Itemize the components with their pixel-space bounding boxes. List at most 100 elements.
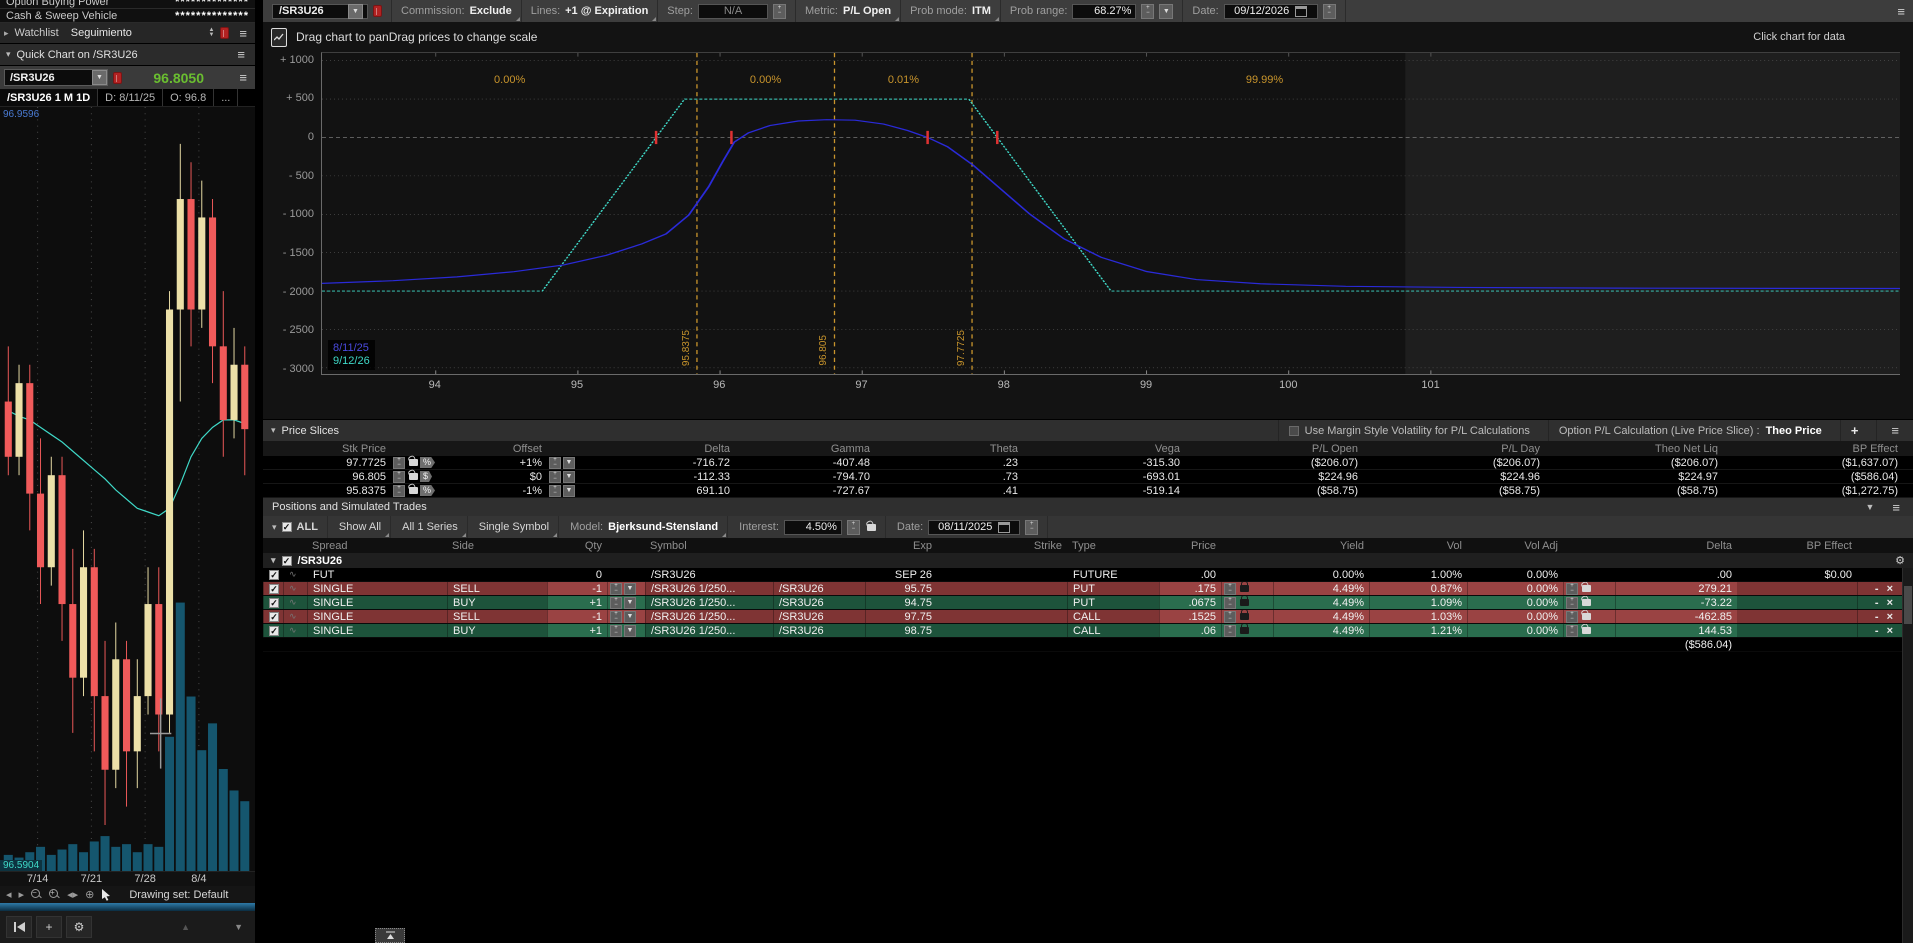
checkbox-icon[interactable]: ✓ <box>269 570 279 580</box>
spread-value[interactable]: FUT <box>307 568 447 581</box>
column-header[interactable]: Qty <box>547 540 607 552</box>
zoom-out-icon[interactable]: − <box>31 889 42 900</box>
position-row[interactable]: ✓∿SINGLEBUY+1+−▼/SR3U26 1/250.../SR3U269… <box>263 596 1913 610</box>
column-header[interactable]: Gamma <box>735 443 875 455</box>
exp-strike-value[interactable]: 95.75 <box>865 582 937 595</box>
column-header[interactable]: Exp <box>865 540 937 552</box>
column-header[interactable]: Delta <box>603 443 735 455</box>
column-header[interactable]: Price <box>1159 540 1221 552</box>
side-value[interactable]: BUY <box>447 596 547 609</box>
chevron-down-icon[interactable]: ▾ <box>6 49 11 60</box>
symbol-value[interactable]: /SR3U26 1/250... <box>645 624 773 637</box>
risk-profile-plot[interactable]: 0.00%0.00%0.01%99.99%95.837596.80597.772… <box>321 52 1900 375</box>
lock-icon[interactable] <box>1240 585 1249 592</box>
column-header[interactable]: BP Effect <box>1737 540 1857 552</box>
dropdown-icon[interactable]: ▼ <box>624 625 636 637</box>
quick-chart-canvas[interactable]: 96.9596 96.5904 <box>0 107 255 871</box>
positions-date-input[interactable]: 08/11/2025 <box>928 520 1020 535</box>
series-dropdown[interactable]: All 1 Series <box>393 516 468 538</box>
dropdown-icon[interactable]: ▼ <box>563 485 575 497</box>
type-value[interactable]: FUTURE <box>1067 568 1159 581</box>
underlying-value[interactable]: /SR3U26 <box>773 610 865 623</box>
price-value[interactable]: .175 <box>1159 582 1221 595</box>
unlock-icon[interactable] <box>867 524 876 531</box>
date-input[interactable]: 09/12/2026 <box>1224 4 1318 19</box>
column-header[interactable]: Theta <box>875 443 1023 455</box>
symbol-value[interactable]: /SR3U26 1/250... <box>645 582 773 595</box>
spread-value[interactable]: SINGLE <box>307 624 447 637</box>
symbol-input[interactable]: /SR3U26 ▼ <box>272 4 368 19</box>
column-header[interactable]: Vega <box>1023 443 1185 455</box>
dropdown-icon[interactable]: ▼ <box>624 597 636 609</box>
prob-range-stepper[interactable]: +− <box>1141 4 1154 19</box>
stepper-control[interactable]: +− <box>610 583 622 595</box>
stk-price-value[interactable]: 97.7725 <box>263 457 391 469</box>
stepper-control[interactable]: +− <box>393 471 405 483</box>
price-value[interactable]: .00 <box>1159 568 1221 581</box>
unlock-icon[interactable] <box>409 473 418 480</box>
checkbox-icon[interactable]: ✓ <box>282 556 292 566</box>
column-header[interactable]: Theo Net Liq <box>1545 443 1723 455</box>
remove-row-icon[interactable]: × <box>1887 597 1893 609</box>
vol-adj-value[interactable]: 0.00% <box>1467 624 1563 637</box>
stepper-control[interactable]: +− <box>610 611 622 623</box>
column-header[interactable]: Delta <box>1615 540 1737 552</box>
stepper-control[interactable]: +− <box>549 457 561 469</box>
remove-row-icon[interactable]: × <box>1887 625 1893 637</box>
interest-stepper[interactable]: +− <box>847 520 860 535</box>
alert-badge-icon[interactable] <box>373 5 382 17</box>
calendar-icon[interactable] <box>998 522 1010 533</box>
offset-value[interactable]: +1% <box>459 457 547 469</box>
type-value[interactable]: PUT <box>1067 582 1159 595</box>
model-dropdown[interactable]: Model: Bjerksund-Stensland <box>561 516 728 538</box>
symbol-row-menu-icon[interactable]: ≡ <box>235 70 251 85</box>
column-header[interactable]: Spread <box>307 540 447 552</box>
positions-group-row[interactable]: ▾ ✓ /SR3U26 ⚙ <box>263 553 1913 568</box>
stepper-control[interactable]: +− <box>1566 625 1578 637</box>
side-value[interactable]: SELL <box>447 610 547 623</box>
column-header[interactable]: Vol <box>1369 540 1467 552</box>
type-value[interactable]: CALL <box>1067 610 1159 623</box>
spread-value[interactable]: SINGLE <box>307 610 447 623</box>
pl-curve-icon[interactable]: ∿ <box>289 611 297 622</box>
checkbox-icon[interactable]: ✓ <box>282 522 292 532</box>
watchlist-menu-icon[interactable]: ≡ <box>235 26 251 41</box>
stepper-control[interactable]: +− <box>549 471 561 483</box>
checkbox-icon[interactable] <box>1289 426 1299 436</box>
show-all-dropdown[interactable]: Show All <box>330 516 391 538</box>
metric-dropdown[interactable]: Metric: P/L Open <box>796 0 901 22</box>
add-price-slice-button[interactable]: + <box>1840 420 1869 441</box>
price-value[interactable]: .06 <box>1159 624 1221 637</box>
drawing-set-label[interactable]: Drawing set: Default <box>129 889 228 901</box>
exp-strike-value[interactable]: 94.75 <box>865 596 937 609</box>
symbol-value[interactable]: /SR3U26 <box>645 568 773 581</box>
position-row[interactable]: ✓∿SINGLESELL-1+−▼/SR3U26 1/250.../SR3U26… <box>263 582 1913 596</box>
unlock-icon[interactable] <box>1582 599 1591 606</box>
stepper-control[interactable]: +− <box>1224 583 1236 595</box>
vol-adj-value[interactable]: 0.00% <box>1467 582 1563 595</box>
chart-more[interactable]: ... <box>214 89 238 106</box>
type-value[interactable]: PUT <box>1067 596 1159 609</box>
checkbox-icon[interactable]: ✓ <box>269 612 279 622</box>
add-icon[interactable]: + <box>36 916 62 938</box>
spread-value[interactable]: SINGLE <box>307 582 447 595</box>
checkbox-icon[interactable]: ✓ <box>269 598 279 608</box>
stepper-control[interactable]: +− <box>1224 625 1236 637</box>
dropdown-icon[interactable]: ▼ <box>563 471 575 483</box>
offset-unit-tag[interactable]: $ <box>420 471 432 482</box>
symbol-dropdown-icon[interactable]: ▼ <box>92 70 107 85</box>
watchlist-label[interactable]: Watchlist <box>15 27 59 39</box>
qty-value[interactable]: -1 <box>547 610 607 623</box>
unlock-icon[interactable] <box>409 459 418 466</box>
exp-strike-value[interactable]: 98.75 <box>865 624 937 637</box>
lock-icon[interactable] <box>1240 627 1249 634</box>
vertical-scrollbar[interactable] <box>1902 568 1913 943</box>
checkbox-icon[interactable]: ✓ <box>269 584 279 594</box>
watchlist-tab-seguimiento[interactable]: Seguimiento <box>71 27 203 39</box>
stk-price-value[interactable]: 96.805 <box>263 471 391 483</box>
gear-icon[interactable]: ⚙ <box>1895 554 1905 567</box>
dropdown-icon[interactable]: ▼ <box>624 583 636 595</box>
stepper-control[interactable]: +− <box>393 485 405 497</box>
watchlist-expand-caret[interactable]: ▸ <box>4 28 9 39</box>
chart-style-icon[interactable] <box>271 28 287 47</box>
